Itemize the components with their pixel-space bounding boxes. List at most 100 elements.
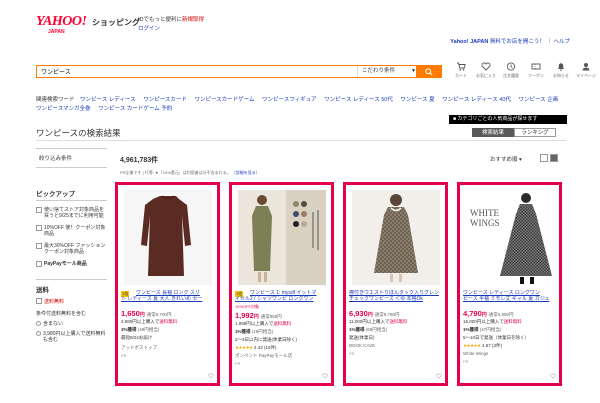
search-input[interactable] (37, 66, 357, 77)
order-history-button[interactable]: 注文履歴 (502, 62, 520, 79)
svg-text:WINGS: WINGS (470, 218, 500, 228)
related-word[interactable]: ワンピースカードゲーム (194, 97, 254, 103)
open-store-link[interactable]: 無料でお店を開こう！ (490, 39, 545, 45)
heart-icon[interactable] (550, 373, 556, 379)
shipping-info: 1,999円以上購入で送料無料 (235, 321, 292, 326)
related-search-words: 関連検索ワード ワンピース レディース ワンピースカード ワンピースカードゲーム… (36, 96, 566, 114)
view-toggle (540, 154, 558, 162)
tab-search-results[interactable]: 検索結果 (472, 128, 514, 137)
header-icons: カート お気に入り 注文履歴 クーポン お知らせ マイページ (452, 62, 596, 79)
sale-tag: 10%OFF対象 (235, 304, 260, 309)
sidebar: 絞り込み条件 ピックアップ 使い捨てストア対象商品を買うと9/25までに利用可能… (36, 148, 107, 343)
shipping-info: 3,980円以上購入で送料無料 (121, 319, 178, 324)
pickup-item[interactable]: 使い捨てストア対象商品を買うと9/25までに利用可能 (36, 207, 107, 219)
radio[interactable] (36, 321, 41, 326)
product-card[interactable]: WHITE WINGS ワンピース レディース ロングワン ピース 半袖 ミモレ… (457, 182, 562, 386)
pickup-item[interactable]: 最大30%OFF ファッションクーポン対象商品 (36, 243, 107, 255)
sort-dropdown[interactable]: おすすめ順 ▾ (490, 155, 522, 163)
related-word[interactable]: ワンピース レディース 50代 (324, 97, 393, 103)
heart-icon[interactable] (322, 373, 328, 379)
related-word[interactable]: ワンピース 夏 (400, 97, 434, 103)
favorites-button[interactable]: お気に入り (476, 62, 496, 79)
product-card[interactable]: 1倍 ワンピース 1: mysdf イットマ イセル2 / シャツワンピ ロング… (229, 182, 334, 386)
tab-ranking[interactable]: ランキング (514, 128, 556, 137)
search-button[interactable] (416, 65, 442, 78)
checkbox[interactable] (36, 225, 42, 231)
product-title-line2[interactable]: チェックワンピース ＜ゆ 本格Ok (349, 296, 445, 302)
delivery-info: 最短9/24お届け (121, 335, 153, 340)
product-title-line2[interactable]: ピース 半袖 ミモレ丈 ギャル 夏 カジュ (463, 296, 559, 302)
related-word[interactable]: ワンピース カードゲーム 予約 (98, 106, 172, 112)
yahoo-shopping-logo[interactable]: YAHOO! JAPAN ショッピング (36, 14, 140, 46)
list-view-icon[interactable] (540, 154, 548, 162)
delivery-info: 5〜10日で発送（休業日を除く） (463, 335, 530, 340)
points-info: 1%獲得 (69円相当) (349, 327, 388, 332)
product-card[interactable]: 襟付きウエストりぼんタック入りグレン チェックワンピース ＜ゆ 本格Ok 6,9… (343, 182, 448, 386)
radio[interactable] (36, 331, 41, 336)
product-image[interactable]: WHITE WINGS (466, 190, 554, 285)
pr-label: PR (463, 359, 469, 364)
radio-option[interactable]: 3,980円以上購入で送料無料も含む (36, 331, 107, 343)
checkbox[interactable] (36, 298, 42, 304)
radio-option[interactable]: 含まない (36, 321, 107, 327)
product-image[interactable] (124, 190, 212, 285)
grid-view-icon[interactable] (550, 154, 558, 162)
related-word[interactable]: ワンピース レディース (80, 97, 136, 103)
delivery-info: 2〜3日以内に発送(休業日除く) (235, 337, 298, 342)
related-word[interactable]: ワンピースマンガ全巻 (36, 106, 91, 112)
related-word[interactable]: ワンピースフィギュア (262, 97, 317, 103)
product-card[interactable]: 1倍 ワンピース 長袖 ロング スリ ト レディース 夏 大人 きれいめ セー … (115, 182, 220, 386)
result-tabs: 検索結果 ランキング (472, 128, 556, 137)
store-name[interactable]: ポンペント PayPayモール店 (235, 353, 292, 359)
heart-icon[interactable] (208, 373, 214, 379)
related-word[interactable]: ワンピース レディース 40代 (442, 97, 511, 103)
product-title-line2[interactable]: ト レディース 夏 大人 きれいめ セー (121, 296, 217, 302)
pr-label: PR (235, 361, 241, 366)
shipping-info: 15,000円以上購入で送料無料 (463, 319, 522, 324)
notifications-button[interactable]: お知らせ (552, 62, 570, 79)
product-title-line2[interactable]: イセル2 / シャツワンピ ロングワン (235, 296, 331, 302)
coupon-button[interactable]: クーポン (527, 62, 545, 79)
heart-icon[interactable] (436, 373, 442, 379)
yj-link[interactable]: Yahoo! JAPAN (450, 39, 488, 45)
product-price: 1,992円 通常850円 (235, 311, 282, 320)
result-count: 4,961,783件 (120, 157, 159, 164)
checkbox[interactable] (36, 261, 42, 267)
pickup-title: ピックアップ (36, 188, 107, 201)
rating[interactable]: ★★★★★ 4.67 (3件) (463, 343, 502, 349)
login-prompt: IDでもっと便利に新規取得 (138, 17, 205, 23)
product-price: 4,790円 通常6,990円 (463, 309, 514, 318)
condition-dropdown[interactable]: こだわり条件 ▼ (357, 66, 419, 77)
checkbox[interactable] (36, 207, 42, 213)
related-label: 関連検索ワード (36, 97, 75, 103)
logo-sub: JAPAN (48, 29, 65, 35)
checkbox[interactable] (36, 243, 42, 249)
brand-watermark: WHITE (470, 208, 499, 218)
pr-label: PR (349, 351, 355, 356)
related-word[interactable]: ワンピースカード (143, 97, 187, 103)
store-name[interactable]: White Wings (463, 351, 488, 356)
related-word[interactable]: ワンピース 企画 (518, 97, 558, 103)
category-popular-button[interactable]: ■ カテゴリごとの人気商品が探せます (449, 115, 567, 124)
cart-button[interactable]: カート (452, 62, 470, 79)
mypage-button[interactable]: マイページ (576, 62, 596, 79)
pr-label: PR (121, 353, 127, 358)
login-link[interactable]: ログイン (138, 24, 160, 32)
chevron-down-icon: ▾ (519, 157, 522, 163)
register-link[interactable]: 新規取得 (182, 17, 204, 23)
star-icons: ★★★★★ (463, 343, 481, 348)
rating[interactable]: ★★★★★ 4.43 (16件) (235, 345, 276, 351)
shipping-info: 11,000円以上購入で送料無料 (349, 319, 408, 324)
product-price: 6,930円 通常9,790円 (349, 309, 400, 318)
store-name[interactable]: アッドボストップ (121, 345, 157, 351)
page-title: ワンピースの検索結果 (36, 128, 121, 138)
paypay-item[interactable]: PayPayモール商品 (36, 261, 107, 267)
pr-notice: PR企業です | 行等: ★「10%還元」は利用者は分不含まれる。 （詳細を見る… (120, 170, 260, 175)
delivery-info: 発送(休業日) (349, 335, 375, 340)
product-image[interactable] (352, 190, 440, 285)
store-name[interactable]: BOOK CAVE (349, 343, 375, 348)
free-shipping-filter[interactable]: 送料無料 (36, 298, 107, 305)
help-link[interactable]: ヘルプ (553, 39, 570, 45)
pickup-item[interactable]: 10%OFF 使！クーポン対象商品 (36, 225, 107, 237)
product-image[interactable] (238, 190, 326, 285)
